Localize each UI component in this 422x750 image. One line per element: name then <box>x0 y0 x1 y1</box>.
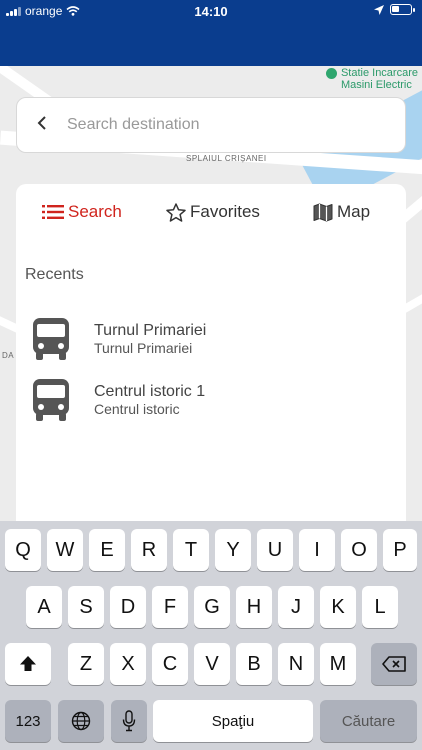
key-f[interactable]: F <box>152 586 188 628</box>
key-t[interactable]: T <box>173 529 209 571</box>
street-label: SPLAIUL CRIȘANEI <box>186 154 267 163</box>
status-time: 14:10 <box>194 4 228 19</box>
key-v[interactable]: V <box>194 643 230 685</box>
shift-arrow-icon <box>20 656 36 671</box>
key-w[interactable]: W <box>47 529 83 571</box>
key-d[interactable]: D <box>110 586 146 628</box>
bus-icon <box>33 379 69 421</box>
recent-item-text: Turnul Primariei Turnul Primariei <box>94 321 206 357</box>
charging-station-poi[interactable]: Statie Incarcare Masini Electric <box>325 67 418 91</box>
key-s[interactable]: S <box>68 586 104 628</box>
key-a[interactable]: A <box>26 586 62 628</box>
key-r[interactable]: R <box>131 529 167 571</box>
battery-icon <box>390 4 415 15</box>
key-g[interactable]: G <box>194 586 230 628</box>
key-y[interactable]: Y <box>215 529 251 571</box>
key-u[interactable]: U <box>257 529 293 571</box>
key-e[interactable]: E <box>89 529 125 571</box>
key-b[interactable]: B <box>236 643 272 685</box>
recent-item-text: Centrul istoric 1 Centrul istoric <box>94 382 205 418</box>
backspace-key[interactable] <box>371 643 417 685</box>
key-n[interactable]: N <box>278 643 314 685</box>
app-header: orange 14:10 <box>0 0 422 66</box>
recents-heading: Recents <box>25 266 84 283</box>
tab-search-label: Search <box>68 202 122 221</box>
key-c[interactable]: C <box>152 643 188 685</box>
status-right <box>374 4 415 15</box>
backspace-icon <box>382 656 406 672</box>
list-icon <box>42 205 64 219</box>
tab-bar: Search Favorites Map <box>16 202 406 228</box>
numbers-key[interactable]: 123 <box>5 700 51 742</box>
recent-item-name: Centrul istoric 1 <box>94 383 206 400</box>
globe-key[interactable] <box>58 700 104 742</box>
key-p[interactable]: P <box>383 529 417 571</box>
space-key[interactable]: Spaţiu <box>153 700 313 742</box>
recent-item-subtitle: Turnul Primariei <box>94 340 193 356</box>
search-destination-input[interactable] <box>67 116 367 134</box>
back-chevron-icon[interactable] <box>17 115 57 136</box>
tab-map-label: Map <box>337 202 371 221</box>
status-bar: orange 14:10 <box>0 0 422 22</box>
recent-item-subtitle: Centrul istoric <box>94 401 180 417</box>
key-i[interactable]: I <box>299 529 335 571</box>
key-j[interactable]: J <box>278 586 314 628</box>
star-outline-icon <box>166 202 186 222</box>
key-l[interactable]: L <box>362 586 398 628</box>
location-arrow-icon <box>374 4 384 15</box>
recent-item[interactable]: Centrul istoric 1 Centrul istoric <box>32 378 205 422</box>
globe-icon <box>71 711 91 731</box>
microphone-icon <box>122 710 136 732</box>
poi-label: Statie Incarcare Masini Electric <box>340 67 418 91</box>
tab-map[interactable]: Map <box>313 202 370 222</box>
map-icon <box>313 203 333 221</box>
recent-item-name: Turnul Primariei <box>94 322 207 339</box>
map-pin-icon <box>325 68 337 79</box>
key-h[interactable]: H <box>236 586 272 628</box>
tab-favorites[interactable]: Favorites <box>166 202 260 222</box>
key-m[interactable]: M <box>320 643 356 685</box>
search-bar <box>16 97 406 153</box>
bus-icon <box>33 318 69 360</box>
shift-key[interactable] <box>5 643 51 685</box>
onscreen-keyboard: Q W E R T Y U I O P A S D F G H J K L Z … <box>0 521 422 750</box>
key-k[interactable]: K <box>320 586 356 628</box>
search-panel: Search Favorites Map Recents Turnul Prim… <box>16 184 406 524</box>
dictation-key[interactable] <box>111 700 147 742</box>
key-q[interactable]: Q <box>5 529 41 571</box>
key-o[interactable]: O <box>341 529 377 571</box>
search-return-key[interactable]: Căutare <box>320 700 417 742</box>
key-x[interactable]: X <box>110 643 146 685</box>
key-z[interactable]: Z <box>68 643 104 685</box>
recent-item[interactable]: Turnul Primariei Turnul Primariei <box>32 317 206 361</box>
tab-search[interactable]: Search <box>42 202 122 222</box>
edge-map-label: DA <box>2 351 15 360</box>
tab-favorites-label: Favorites <box>190 202 260 221</box>
